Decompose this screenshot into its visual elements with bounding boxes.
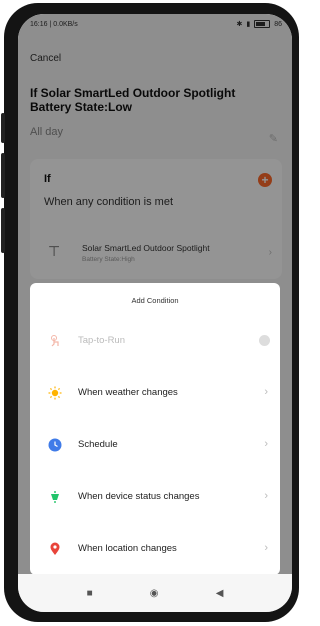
home-icon[interactable]: ◉: [150, 588, 159, 599]
recents-icon[interactable]: ■: [87, 588, 93, 599]
volume-button: [1, 113, 5, 143]
option-tap-to-run: Tap-to-Run: [30, 321, 280, 363]
volume-button: [1, 153, 5, 198]
phone-frame: 16:16 | 0.0KB/s ✱ ▮ 86 Cancel If Solar S…: [1, 3, 299, 622]
sun-icon: [48, 386, 62, 400]
chevron-right-icon: ›: [264, 438, 268, 450]
back-icon[interactable]: ◀: [216, 588, 224, 599]
device-icon: [51, 491, 59, 503]
option-label: Schedule: [78, 439, 118, 450]
chevron-right-icon: ›: [264, 490, 268, 502]
chevron-right-icon: ›: [264, 386, 268, 398]
chevron-right-icon: ›: [264, 542, 268, 554]
screen: 16:16 | 0.0KB/s ✱ ▮ 86 Cancel If Solar S…: [18, 14, 292, 612]
option-schedule[interactable]: Schedule ›: [30, 425, 280, 467]
sheet-title: Add Condition: [131, 296, 179, 305]
hand-tap-icon: [51, 335, 59, 347]
option-label: When location changes: [78, 543, 177, 554]
option-weather[interactable]: When weather changes ›: [30, 373, 280, 415]
power-button: [1, 208, 5, 253]
option-device-status[interactable]: When device status changes ›: [30, 477, 280, 519]
info-icon: [259, 335, 270, 346]
option-label: When device status changes: [78, 491, 200, 502]
option-label: When weather changes: [78, 387, 178, 398]
clock-icon: [48, 438, 62, 452]
add-condition-sheet: Add Condition Tap-to-Run When weather ch…: [30, 283, 280, 575]
nav-bar: ■ ◉ ◀: [18, 574, 292, 612]
option-label: Tap-to-Run: [78, 335, 125, 346]
option-location[interactable]: When location changes ›: [30, 529, 280, 571]
location-pin-icon: [50, 542, 60, 555]
